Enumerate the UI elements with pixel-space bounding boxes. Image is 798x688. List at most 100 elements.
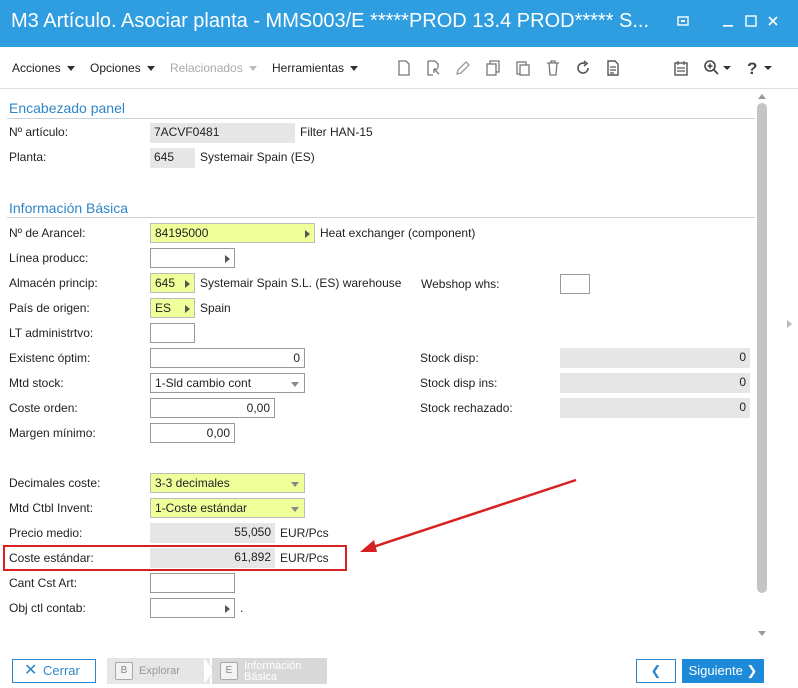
chevron-right-icon: ❯: [746, 663, 758, 678]
label-decimales: Decimales coste:: [9, 476, 101, 490]
label-planta: Planta:: [9, 150, 47, 164]
help-icon[interactable]: ?: [746, 59, 776, 78]
field-existenc[interactable]: 0: [150, 348, 305, 368]
label-margen: Margen mínimo:: [9, 426, 96, 440]
annotation-arrow: [360, 478, 577, 552]
label-linea: Línea producc:: [9, 251, 89, 265]
field-planta[interactable]: 645: [150, 148, 195, 168]
menu-herramientas-label: Herramientas: [272, 61, 345, 75]
field-precio-medio[interactable]: 55,050: [150, 523, 275, 543]
toolbar: Acciones Opciones Relacionados Herramien…: [0, 47, 798, 89]
precio-medio-unit: EUR/Pcs: [280, 526, 329, 540]
chevron-down-icon: [350, 66, 359, 72]
label-lt: LT administrtvo:: [9, 326, 94, 340]
label-obj-ctl: Obj ctl contab:: [9, 601, 86, 615]
menu-relacionados-label: Relacionados: [170, 61, 243, 75]
footer: ✕ Cerrar B Explorar E Información Básica …: [0, 652, 798, 688]
field-arancel[interactable]: 84195000: [150, 223, 315, 243]
chevron-down-icon: [66, 66, 75, 72]
new-icon[interactable]: [395, 59, 413, 77]
title-bar: M3 Artículo. Asociar planta - MMS003/E *…: [0, 0, 798, 47]
field-almacen[interactable]: 645: [150, 273, 195, 293]
next-button-label: Siguiente: [688, 663, 743, 678]
label-coste-orden: Coste orden:: [9, 401, 78, 415]
select-mtd-ctbl[interactable]: 1-Coste estándar: [150, 498, 305, 518]
duplicate-icon[interactable]: [514, 59, 532, 77]
arrow-right-icon: [305, 230, 310, 238]
field-cant-cst[interactable]: [150, 573, 235, 593]
chevron-down-icon: [291, 382, 299, 387]
restore-icon[interactable]: [674, 13, 694, 33]
label-cant-cst: Cant Cst Art:: [9, 576, 78, 590]
field-margen[interactable]: 0,00: [150, 423, 235, 443]
document-icon[interactable]: [604, 59, 622, 77]
side-panel-grip-icon[interactable]: [787, 320, 792, 328]
label-pais: País de origen:: [9, 301, 90, 315]
minimize-icon[interactable]: [718, 13, 738, 33]
annotation-highlight-box: [3, 545, 347, 571]
divider: [7, 217, 755, 218]
field-arancel-value: 84195000: [155, 226, 209, 240]
scroll-up-icon[interactable]: [758, 94, 766, 99]
field-pais-value: ES: [155, 301, 172, 315]
copy-icon[interactable]: [484, 59, 502, 77]
refresh-icon[interactable]: [574, 59, 592, 77]
edit-icon[interactable]: [454, 59, 472, 77]
planta-description: Systemair Spain (ES): [200, 150, 315, 164]
menu-acciones[interactable]: Acciones: [12, 61, 75, 75]
label-arancel: Nº de Arancel:: [9, 226, 86, 240]
field-lt[interactable]: [150, 323, 195, 343]
field-coste-orden[interactable]: 0,00: [150, 398, 275, 418]
select-decimales[interactable]: 3-3 decimales: [150, 473, 305, 493]
menu-opciones-label: Opciones: [90, 61, 141, 75]
maximize-icon[interactable]: [741, 13, 761, 33]
close-icon[interactable]: [763, 13, 783, 33]
close-button[interactable]: ✕ Cerrar: [12, 659, 96, 683]
menu-relacionados[interactable]: Relacionados: [170, 61, 257, 75]
select-decimales-value: 3-3 decimales: [155, 476, 230, 490]
articulo-description: Filter HAN-15: [300, 125, 373, 139]
scroll-down-icon[interactable]: [758, 631, 766, 636]
svg-text:?: ?: [747, 59, 757, 77]
select-mtd-stock-value: 1-Sld cambio cont: [155, 376, 252, 390]
field-articulo[interactable]: 7ACVF0481: [150, 123, 295, 143]
menu-acciones-label: Acciones: [12, 61, 61, 75]
step-explorar-label: Explorar: [139, 665, 180, 677]
chevron-down-icon: [146, 66, 155, 72]
window-title: M3 Artículo. Asociar planta - MMS003/E *…: [11, 10, 650, 32]
scrollbar-thumb[interactable]: [757, 103, 767, 593]
open-icon[interactable]: [424, 59, 442, 77]
field-obj-ctl[interactable]: [150, 598, 235, 618]
section-title-header-panel: Encabezado panel: [9, 100, 125, 116]
arrow-right-icon: [185, 280, 190, 288]
chevron-left-icon: ❮: [650, 663, 662, 678]
field-stock-disp-ins[interactable]: 0: [560, 373, 750, 393]
calendar-icon[interactable]: [672, 59, 690, 77]
chevron-down-icon: [291, 482, 299, 487]
delete-icon[interactable]: [544, 59, 562, 77]
label-stock-rechazado: Stock rechazado:: [420, 401, 513, 415]
step-explorar[interactable]: B Explorar: [107, 658, 210, 684]
step-informacion-basica[interactable]: E Información Básica: [212, 658, 327, 684]
close-x-icon: ✕: [24, 662, 38, 679]
field-stock-rechazado[interactable]: 0: [560, 398, 750, 418]
arrow-right-icon: [225, 605, 230, 613]
field-linea[interactable]: [150, 248, 235, 268]
label-stock-disp-ins: Stock disp ins:: [420, 376, 498, 390]
menu-opciones[interactable]: Opciones: [90, 61, 155, 75]
chevron-down-icon: [248, 66, 257, 72]
zoom-icon[interactable]: [703, 59, 733, 77]
vertical-scrollbar[interactable]: [757, 94, 768, 643]
field-almacen-value: 645: [155, 276, 176, 290]
menu-herramientas[interactable]: Herramientas: [272, 61, 359, 75]
close-button-label: Cerrar: [43, 663, 80, 678]
field-stock-disp[interactable]: 0: [560, 348, 750, 368]
previous-button[interactable]: ❮: [636, 659, 676, 683]
field-webshop[interactable]: [560, 274, 590, 294]
obj-ctl-suffix: .: [240, 601, 244, 615]
select-mtd-stock[interactable]: 1-Sld cambio cont: [150, 373, 305, 393]
label-webshop: Webshop whs:: [421, 277, 500, 291]
next-button[interactable]: Siguiente ❯: [682, 659, 764, 683]
field-pais[interactable]: ES: [150, 298, 195, 318]
form-content: Encabezado panel Nº artículo: 7ACVF0481 …: [0, 90, 798, 650]
